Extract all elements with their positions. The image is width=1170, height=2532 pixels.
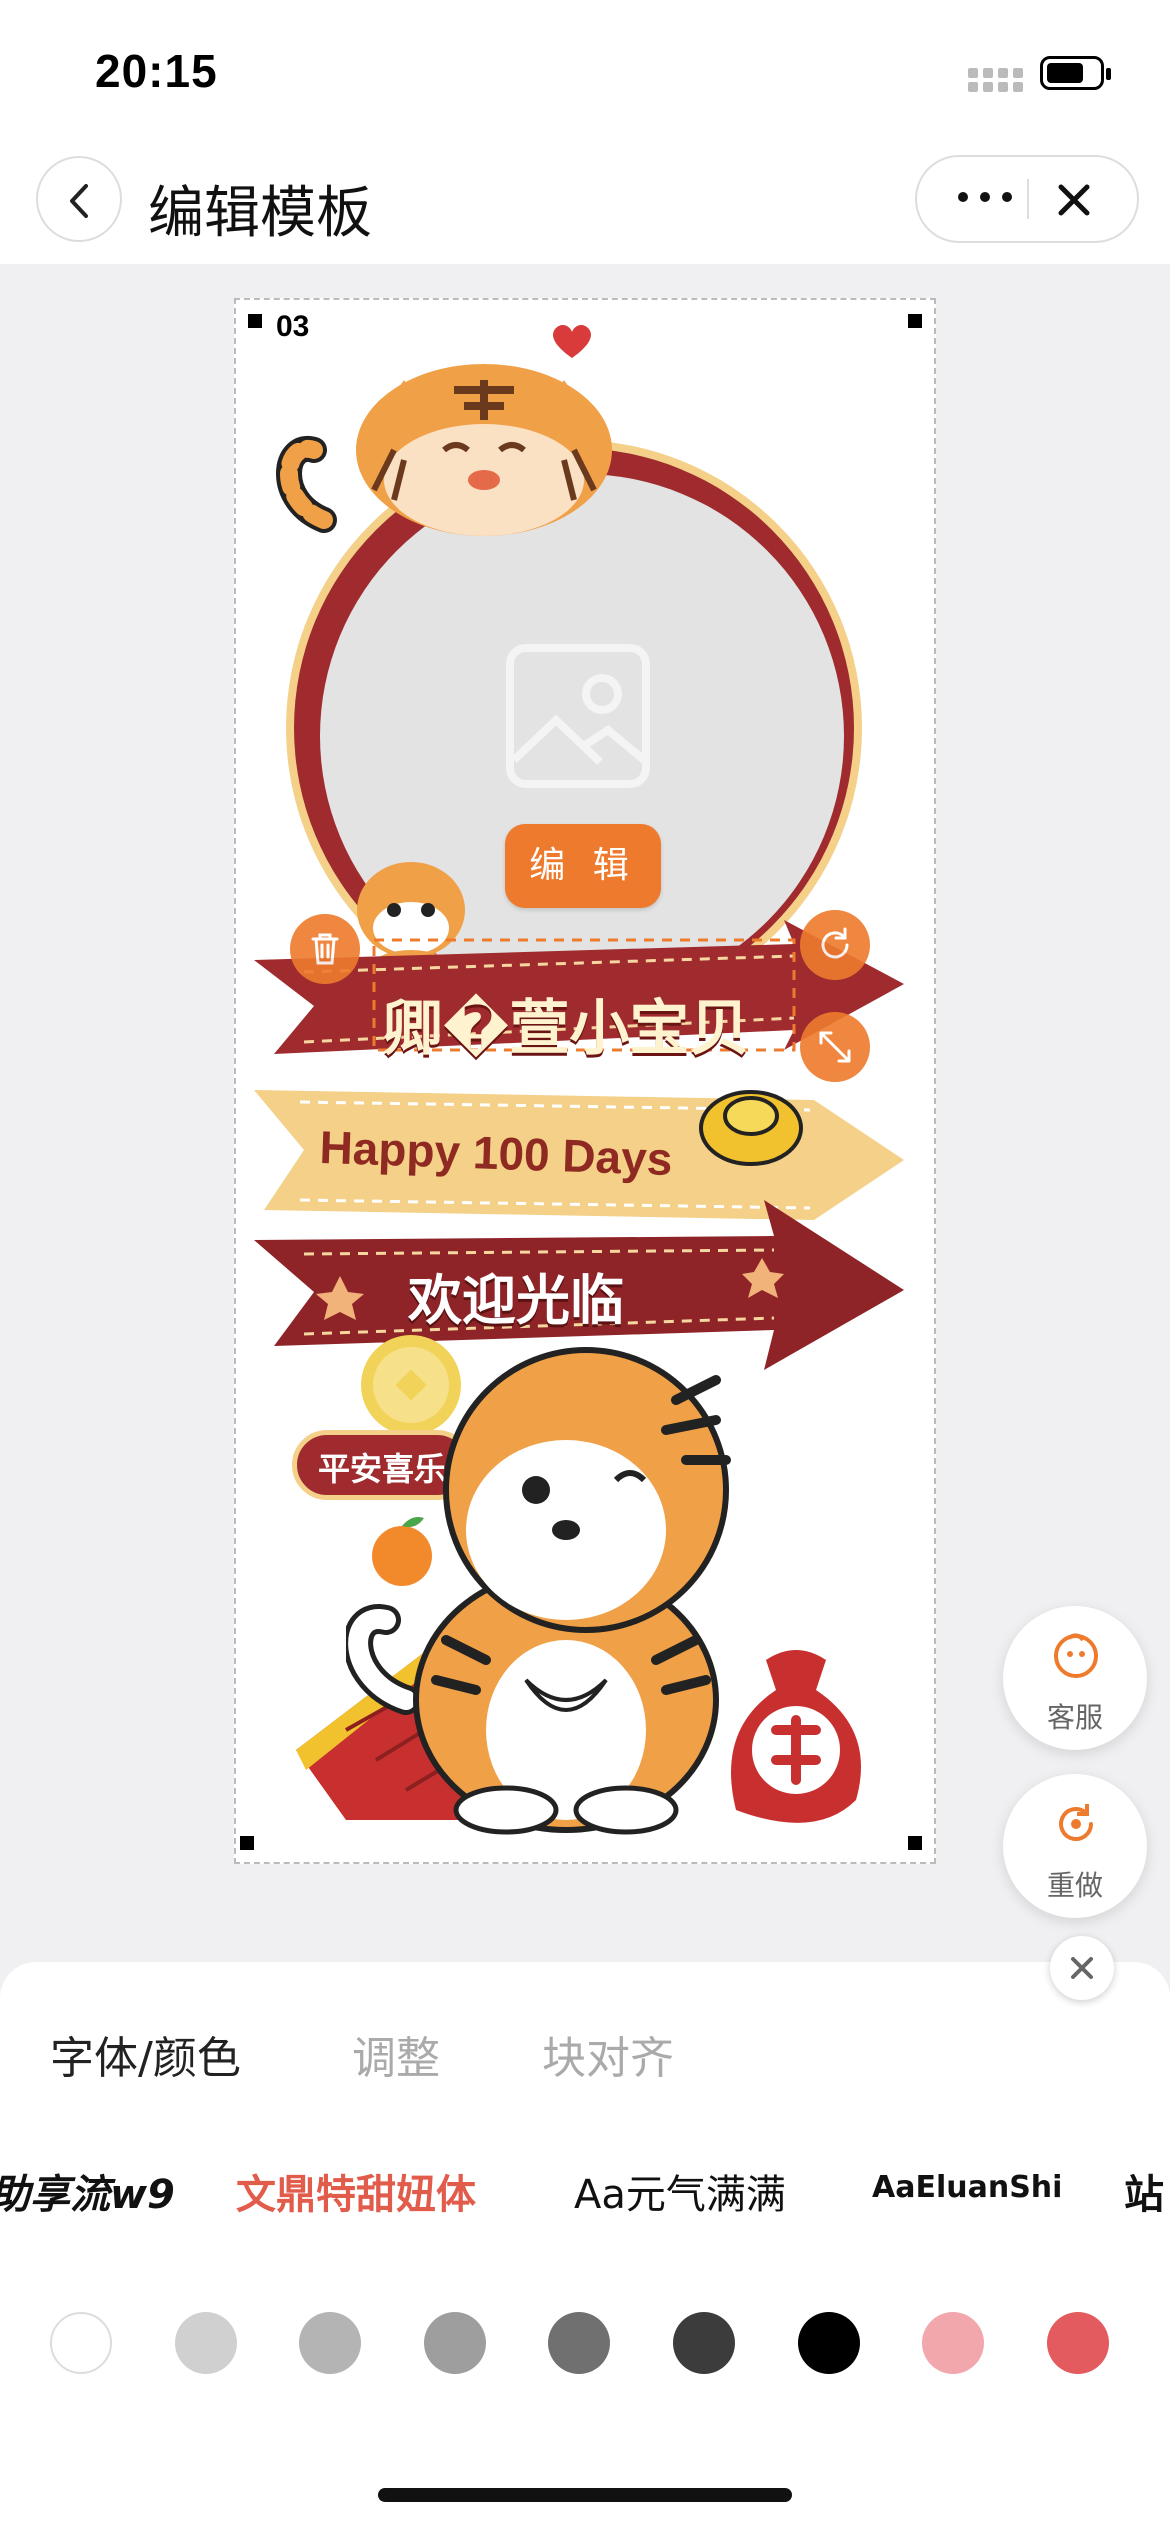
chevron-left-icon (70, 184, 88, 218)
money-bag-illustration (731, 1650, 861, 1823)
rotate-icon (821, 927, 849, 959)
font-option[interactable]: 文鼎特甜妞体 (236, 2162, 476, 2220)
close-icon (1071, 1957, 1093, 1979)
name-text[interactable]: 卿�萱小宝贝 (356, 980, 776, 1067)
resize-arrows-icon (819, 1031, 851, 1063)
resize-handle[interactable] (248, 314, 262, 328)
tiger-top-illustration (276, 364, 612, 536)
scale-layer-button[interactable] (800, 1012, 870, 1082)
trash-icon (311, 933, 339, 965)
close-panel-button[interactable] (1050, 1936, 1114, 2000)
edit-photo-button[interactable]: 编 辑 (505, 824, 661, 908)
nav-bar: 编辑模板 (0, 150, 1170, 264)
battery-icon (1040, 56, 1111, 90)
redo-button[interactable]: 重做 (1003, 1774, 1147, 1918)
resize-handle[interactable] (908, 1836, 922, 1850)
gold-ingot-illustration (699, 1090, 803, 1166)
tab-align[interactable]: 块对齐 (542, 2022, 674, 2086)
resize-handle[interactable] (240, 1836, 254, 1850)
font-option[interactable]: 站 (1124, 2162, 1164, 2220)
color-swatch[interactable] (922, 2312, 984, 2374)
font-list[interactable]: 助享流w9 文鼎特甜妞体 Aa元气满满 AaEluanShi 站 (0, 2162, 1170, 2242)
color-swatch[interactable] (1047, 2312, 1109, 2374)
font-option[interactable]: Aa元气满满 (574, 2162, 786, 2220)
signal-icon (968, 68, 1023, 92)
welcome-text[interactable]: 欢迎光临 (356, 1256, 676, 1335)
tab-font-color[interactable]: 字体/颜色 (50, 2022, 241, 2086)
page-title: 编辑模板 (148, 181, 372, 246)
color-swatch[interactable] (175, 2312, 237, 2374)
more-icon[interactable] (945, 177, 1025, 217)
color-swatch[interactable] (50, 2312, 112, 2374)
color-palette (0, 2312, 1170, 2392)
color-swatch[interactable] (548, 2312, 610, 2374)
status-bar: 20:15 (0, 0, 1170, 150)
customer-service-button[interactable]: 客服 (1003, 1606, 1147, 1750)
miniprogram-capsule (915, 155, 1139, 243)
style-panel: 字体/颜色 调整 块对齐 助享流w9 文鼎特甜妞体 Aa元气满满 AaEluan… (0, 1962, 1170, 2532)
image-placeholder-icon (506, 644, 650, 788)
home-indicator (378, 2488, 792, 2502)
close-icon[interactable] (1049, 175, 1099, 225)
tab-adjust[interactable]: 调整 (352, 2022, 440, 2086)
back-button[interactable] (36, 156, 122, 242)
color-swatch[interactable] (299, 2312, 361, 2374)
page-number: 03 (276, 310, 310, 343)
service-icon (1054, 1633, 1098, 1678)
customer-service-label: 客服 (1046, 1701, 1103, 1734)
template-canvas[interactable]: 03 编 辑 卿�萱小宝贝 Happy 100 Days 欢迎光临 平安喜乐 (234, 298, 936, 1864)
color-swatch[interactable] (798, 2312, 860, 2374)
redo-label: 重做 (1046, 1869, 1103, 1902)
font-option[interactable]: 助享流w9 (0, 2162, 175, 2220)
rotate-layer-button[interactable] (800, 910, 870, 980)
delete-layer-button[interactable] (290, 914, 360, 984)
redo-icon (1059, 1804, 1093, 1841)
font-option[interactable]: AaEluanShi (872, 2170, 1062, 2205)
color-swatch[interactable] (424, 2312, 486, 2374)
status-time: 20:15 (95, 45, 218, 97)
color-swatch[interactable] (673, 2312, 735, 2374)
resize-handle[interactable] (908, 314, 922, 328)
